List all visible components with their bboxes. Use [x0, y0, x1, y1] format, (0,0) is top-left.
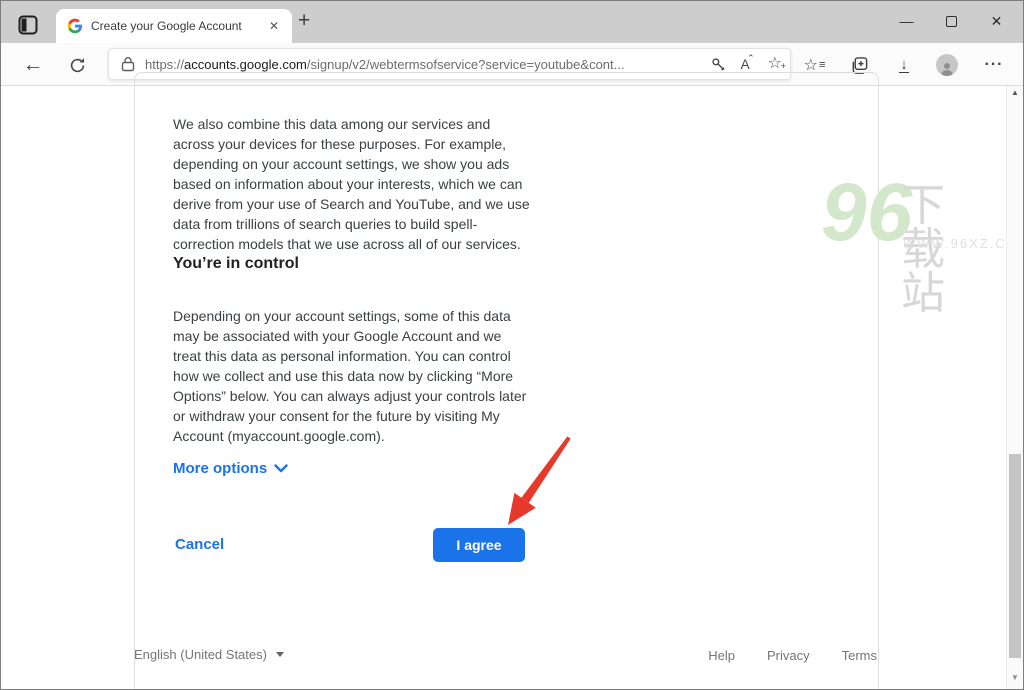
cancel-button[interactable]: Cancel [175, 536, 224, 553]
ellipsis-icon: ··· [985, 56, 1004, 74]
scroll-up-icon[interactable]: ▲ [1007, 88, 1023, 97]
scrollbar[interactable]: ▲ ▼ [1006, 86, 1023, 689]
tab-actions-icon [18, 15, 38, 35]
url-path: /signup/v2/webtermsofservice?service=you… [307, 57, 625, 72]
close-icon: ✕ [991, 13, 1003, 30]
close-button[interactable]: ✕ [974, 5, 1019, 37]
scroll-down-icon[interactable]: ▼ [1007, 673, 1023, 682]
favorites-lines-icon: ≡ [819, 59, 824, 71]
browser-window: Create your Google Account ✕ + — ✕ ← htt… [0, 0, 1024, 690]
more-options-link[interactable]: More options [173, 460, 288, 477]
terms-link[interactable]: Terms [842, 648, 877, 663]
minimize-button[interactable]: — [884, 5, 929, 37]
refresh-button[interactable] [64, 52, 90, 78]
back-icon: ← [23, 53, 44, 77]
profile-button[interactable] [934, 52, 960, 78]
settings-menu-button[interactable]: ··· [981, 52, 1007, 78]
url-host: accounts.google.com [184, 57, 307, 72]
window-controls: — ✕ [884, 5, 1019, 37]
terms-paragraph-2: Depending on your account settings, some… [173, 306, 531, 446]
caret-down-icon [276, 652, 284, 657]
key-icon [710, 56, 727, 73]
new-tab-button[interactable]: + [298, 9, 310, 33]
section-heading: You’re in control [173, 255, 299, 273]
scrollbar-thumb[interactable] [1009, 454, 1021, 658]
avatar [936, 54, 958, 76]
maximize-icon [946, 16, 957, 27]
tab-bar: Create your Google Account ✕ + — ✕ [1, 1, 1023, 43]
url-scheme: https:// [145, 57, 184, 72]
url-text[interactable]: https://accounts.google.com/signup/v2/we… [145, 57, 696, 72]
agree-button[interactable]: I agree [433, 528, 525, 562]
refresh-icon [68, 56, 87, 75]
person-icon [939, 61, 955, 76]
add-favorite-button[interactable]: ☆+ [768, 56, 782, 72]
read-aloud-wave: ⌃ [747, 53, 755, 64]
tab-title: Create your Google Account [91, 19, 265, 33]
download-icon: ↓ [899, 58, 909, 73]
minimize-icon: — [900, 13, 914, 29]
terms-paragraph-1: We also combine this data among our serv… [173, 114, 531, 254]
chevron-down-icon [274, 464, 288, 473]
back-button[interactable]: ← [20, 52, 46, 78]
google-favicon-icon [67, 18, 83, 34]
tab-close-icon[interactable]: ✕ [265, 17, 283, 35]
page-content: We also combine this data among our serv… [1, 86, 1023, 689]
language-selector[interactable]: English (United States) [134, 647, 284, 662]
browser-tab[interactable]: Create your Google Account ✕ [56, 9, 292, 43]
downloads-button[interactable]: ↓ [891, 52, 917, 78]
privacy-link[interactable]: Privacy [767, 648, 810, 663]
lock-icon [121, 56, 135, 72]
more-options-label: More options [173, 460, 267, 477]
tab-actions-menu-icon[interactable] [17, 14, 39, 36]
password-key-icon[interactable] [710, 56, 727, 73]
help-link[interactable]: Help [708, 648, 735, 663]
read-aloud-button[interactable]: A⌃ [741, 57, 754, 72]
footer-links: Help Privacy Terms [708, 648, 877, 663]
language-label: English (United States) [134, 647, 267, 662]
maximize-button[interactable] [929, 5, 974, 37]
watermark-text: 下载站 [901, 184, 948, 316]
